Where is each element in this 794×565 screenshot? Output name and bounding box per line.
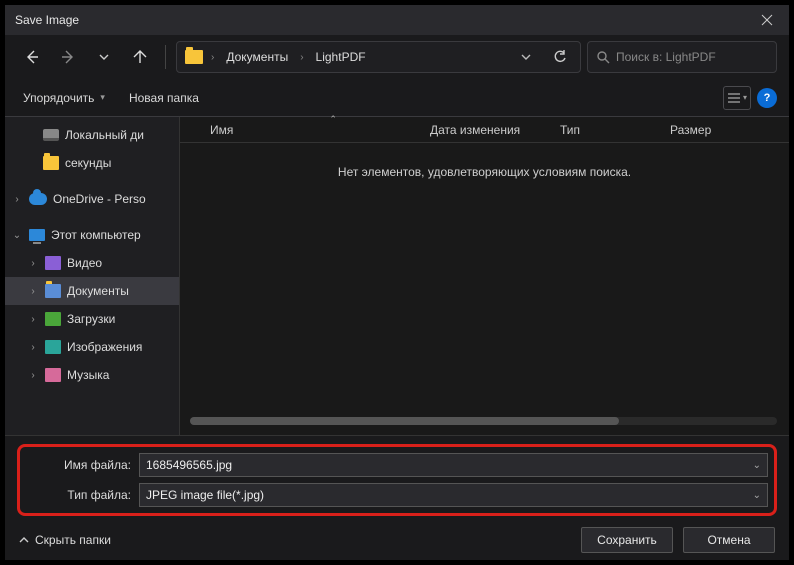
- tree-item-pictures[interactable]: ›Изображения: [5, 333, 179, 361]
- help-icon: ?: [764, 92, 771, 104]
- window-title: Save Image: [15, 13, 79, 27]
- chevron-down-icon: ▾: [743, 93, 747, 102]
- view-mode-button[interactable]: ▾: [723, 86, 751, 110]
- download-icon: [45, 312, 61, 326]
- pictures-icon: [45, 340, 61, 354]
- documents-icon: [45, 284, 61, 298]
- expand-icon[interactable]: ›: [27, 342, 39, 353]
- expand-icon[interactable]: ›: [27, 286, 39, 297]
- chevron-right-icon: ›: [298, 52, 305, 63]
- hide-folders-button[interactable]: Скрыть папки: [19, 533, 111, 547]
- pc-icon: [29, 229, 45, 241]
- refresh-button[interactable]: [546, 43, 574, 71]
- breadcrumb-documents[interactable]: Документы: [222, 48, 292, 66]
- up-button[interactable]: [125, 42, 155, 72]
- chevron-up-icon: [19, 535, 29, 545]
- recent-button[interactable]: [89, 42, 119, 72]
- highlighted-region: Имя файла: 1685496565.jpg ⌄ Тип файла: J…: [17, 444, 777, 516]
- tree-item-seconds[interactable]: секунды: [5, 149, 179, 177]
- folder-tree: Локальный ди секунды ›OneDrive - Perso ⌄…: [5, 117, 180, 435]
- tree-item-onedrive[interactable]: ›OneDrive - Perso: [5, 185, 179, 213]
- filetype-row: Тип файла: JPEG image file(*.jpg) ⌄: [26, 483, 768, 507]
- dialog-footer: Скрыть папки Сохранить Отмена: [5, 520, 789, 560]
- column-type[interactable]: Тип: [560, 123, 670, 137]
- forward-button[interactable]: [53, 42, 83, 72]
- tree-item-documents[interactable]: ›Документы: [5, 277, 179, 305]
- tree-item-this-pc[interactable]: ⌄Этот компьютер: [5, 221, 179, 249]
- new-folder-button[interactable]: Новая папка: [123, 87, 205, 109]
- arrow-right-icon: [61, 50, 75, 64]
- filename-row: Имя файла: 1685496565.jpg ⌄: [26, 453, 768, 477]
- filename-label: Имя файла:: [26, 458, 131, 472]
- tree-item-local-disk[interactable]: Локальный ди: [5, 121, 179, 149]
- chevron-down-icon[interactable]: ⌄: [753, 460, 761, 471]
- main-area: Локальный ди секунды ›OneDrive - Perso ⌄…: [5, 117, 789, 435]
- filename-input[interactable]: 1685496565.jpg ⌄: [139, 453, 768, 477]
- column-name[interactable]: Имя⌃: [190, 123, 430, 137]
- file-list-pane: Имя⌃ Дата изменения Тип Размер Нет элеме…: [180, 117, 789, 435]
- expand-icon[interactable]: ›: [27, 370, 39, 381]
- chevron-down-icon: [521, 52, 531, 62]
- breadcrumb-lightpdf[interactable]: LightPDF: [312, 48, 370, 66]
- horizontal-scrollbar[interactable]: [190, 417, 777, 425]
- save-button[interactable]: Сохранить: [581, 527, 673, 553]
- search-placeholder: Поиск в: LightPDF: [616, 50, 716, 64]
- expand-icon[interactable]: ›: [27, 258, 39, 269]
- chevron-down-icon[interactable]: ⌄: [753, 490, 761, 501]
- save-dialog: Save Image › Документы › LightPDF Поиск …: [0, 0, 794, 565]
- nav-row: › Документы › LightPDF Поиск в: LightPDF: [5, 35, 789, 79]
- tree-item-downloads[interactable]: ›Загрузки: [5, 305, 179, 333]
- address-dropdown[interactable]: [512, 43, 540, 71]
- separator: [165, 45, 166, 69]
- close-icon: [761, 14, 773, 26]
- arrow-left-icon: [25, 50, 39, 64]
- folder-icon: [43, 156, 59, 170]
- filetype-label: Тип файла:: [26, 488, 131, 502]
- column-size[interactable]: Размер: [670, 123, 779, 137]
- expand-icon[interactable]: ›: [11, 194, 23, 205]
- search-input[interactable]: Поиск в: LightPDF: [587, 41, 777, 73]
- filetype-select[interactable]: JPEG image file(*.jpg) ⌄: [139, 483, 768, 507]
- collapse-icon[interactable]: ⌄: [11, 230, 23, 241]
- bottom-panel: Имя файла: 1685496565.jpg ⌄ Тип файла: J…: [5, 435, 789, 520]
- address-bar[interactable]: › Документы › LightPDF: [176, 41, 581, 73]
- empty-message: Нет элементов, удовлетворяющих условиям …: [180, 165, 789, 179]
- disk-icon: [43, 129, 59, 141]
- arrow-up-icon: [133, 50, 147, 64]
- close-button[interactable]: [744, 5, 789, 35]
- search-icon: [596, 50, 610, 64]
- refresh-icon: [553, 50, 567, 64]
- cloud-icon: [29, 193, 47, 205]
- help-button[interactable]: ?: [757, 88, 777, 108]
- cancel-button[interactable]: Отмена: [683, 527, 775, 553]
- column-date[interactable]: Дата изменения: [430, 123, 560, 137]
- chevron-right-icon: ›: [209, 52, 216, 63]
- toolbar: Упорядочить ▾ Новая папка ▾ ?: [5, 79, 789, 117]
- music-icon: [45, 368, 61, 382]
- chevron-down-icon: [99, 52, 109, 62]
- title-bar: Save Image: [5, 5, 789, 35]
- column-headers: Имя⌃ Дата изменения Тип Размер: [180, 117, 789, 143]
- video-icon: [45, 256, 61, 270]
- chevron-down-icon: ▾: [100, 92, 105, 103]
- sort-indicator-icon: ⌃: [329, 114, 337, 125]
- list-icon: [727, 92, 741, 104]
- back-button[interactable]: [17, 42, 47, 72]
- tree-item-videos[interactable]: ›Видео: [5, 249, 179, 277]
- expand-icon[interactable]: ›: [27, 314, 39, 325]
- tree-item-music[interactable]: ›Музыка: [5, 361, 179, 389]
- folder-icon: [185, 50, 203, 64]
- scrollbar-thumb[interactable]: [190, 417, 619, 425]
- organize-button[interactable]: Упорядочить ▾: [17, 87, 111, 109]
